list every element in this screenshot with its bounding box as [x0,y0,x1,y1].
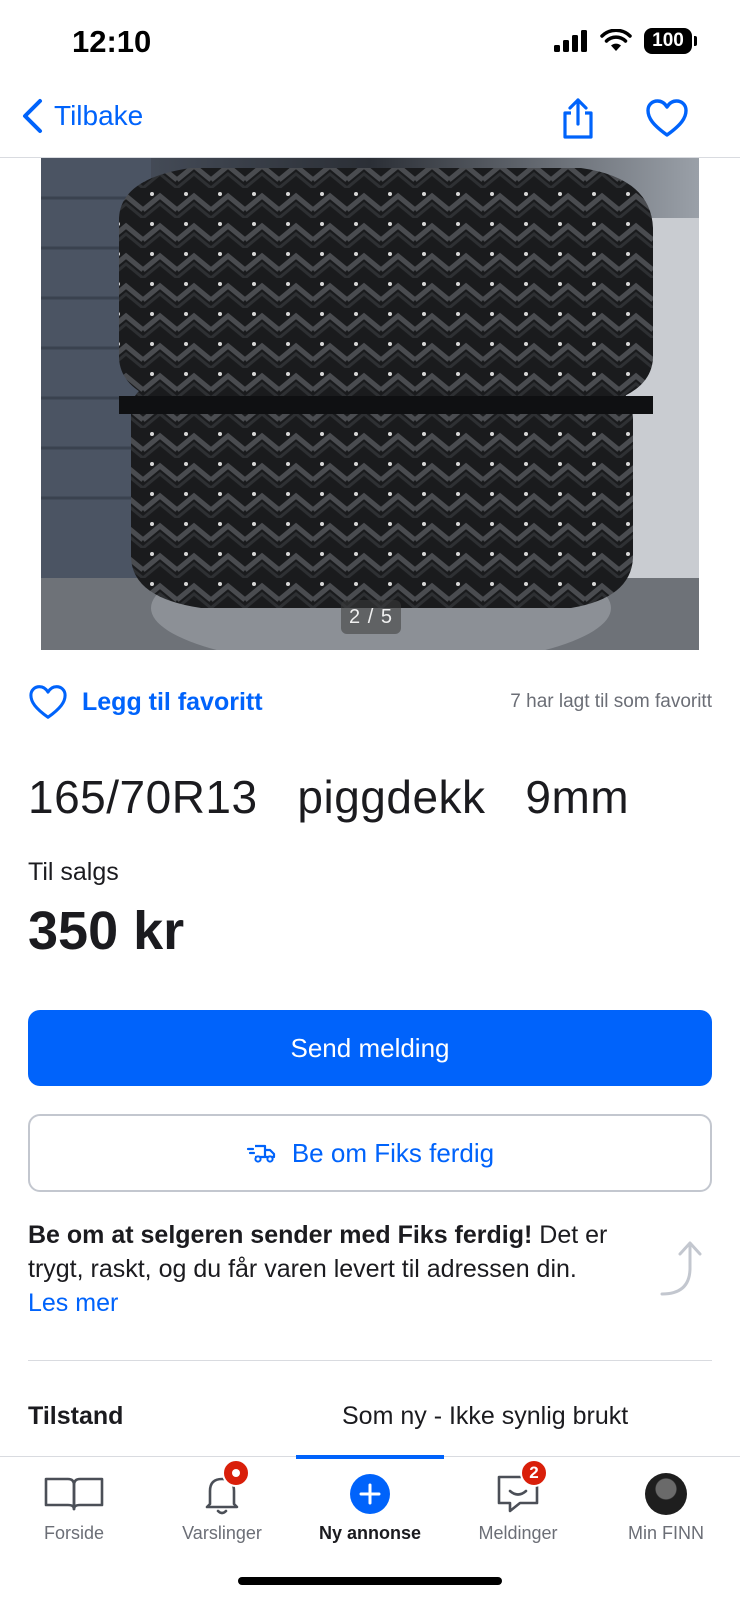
add-favorite-label: Legg til favoritt [82,687,263,716]
bell-icon [192,1459,252,1517]
chat-icon: 2 [488,1459,548,1517]
tab-label: Forside [43,1523,105,1543]
tab-label: Meldinger [478,1523,558,1543]
home-indicator [238,1577,502,1585]
back-button[interactable]: Tilbake [20,98,143,134]
avatar [636,1471,696,1517]
notification-dot-badge [222,1459,250,1487]
curved-arrow-icon [660,1241,702,1296]
tab-min-finn[interactable]: Min FINN [592,1457,740,1557]
battery-indicator: 100 [644,28,697,54]
listing-title: 165/70R13 piggdekk 9mm [28,771,630,823]
fiks-ferdig-info: Be om at selgeren sender med Fiks ferdig… [28,1218,638,1320]
wifi-icon [600,29,632,51]
price: 350 kr [28,901,185,961]
image-counter: 2 / 5 [341,600,401,634]
message-count-badge: 2 [520,1459,548,1487]
tire-photo [41,158,699,650]
back-label: Tilbake [54,100,144,131]
plus-circle-icon [340,1471,400,1517]
nav-bar: Tilbake [0,84,740,158]
spec-row-condition: Tilstand Som ny - Ikke synlig brukt [28,1402,712,1431]
send-message-label: Send melding [290,1032,450,1063]
heart-icon [29,685,67,719]
tab-label: Min FINN [628,1523,704,1543]
sale-type: Til salgs [28,858,119,886]
fiks-ferdig-label: Be om Fiks ferdig [291,1137,495,1168]
tab-meldinger[interactable]: 2 Meldinger [444,1457,592,1557]
tab-label: Varslinger [182,1523,262,1543]
info-bold-text: Be om at selgeren sender med Fiks ferdig… [28,1221,533,1249]
delivery-truck-icon [246,1144,275,1163]
status-time: 12:10 [72,24,152,59]
share-icon [563,98,593,139]
tab-varslinger[interactable]: Varslinger [148,1457,296,1557]
tab-ny-annonse[interactable]: Ny annonse [296,1457,444,1557]
favorite-row: Legg til favoritt 7 har lagt til som fav… [28,680,712,724]
add-favorite-button[interactable]: Legg til favoritt [28,684,263,720]
status-icons: 100 [554,28,697,54]
tab-forside[interactable]: Forside [0,1457,148,1557]
book-icon [44,1471,104,1517]
status-bar: 12:10 100 [0,0,740,84]
chevron-left-icon [23,99,42,133]
share-button[interactable] [558,96,598,140]
favorite-top-button[interactable] [645,98,689,140]
favorite-count: 7 har lagt til som favoritt [510,691,712,712]
spec-label: Tilstand [28,1402,124,1430]
tab-bar: Forside Varslinger Ny annonse 2 Meldinge… [0,1455,740,1600]
fiks-ferdig-button[interactable]: Be om Fiks ferdig [28,1114,712,1192]
divider [28,1360,712,1361]
user-avatar [645,1473,687,1515]
read-more-link[interactable]: Les mer [28,1289,118,1317]
heart-icon [646,99,688,137]
send-message-button[interactable]: Send melding [28,1010,712,1086]
spec-value: Som ny - Ikke synlig brukt [342,1402,629,1430]
tab-label: Ny annonse [318,1523,422,1543]
signal-icon [554,30,587,52]
product-image-gallery[interactable]: 2 / 5 [41,158,699,650]
